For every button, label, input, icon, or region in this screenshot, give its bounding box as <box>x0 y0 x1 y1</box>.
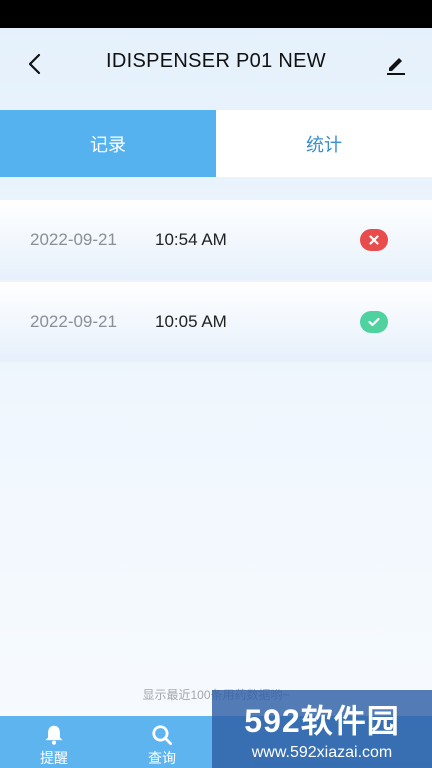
check-icon <box>368 317 380 327</box>
tab-records[interactable]: 记录 <box>0 110 216 177</box>
record-row[interactable]: 2022-09-21 10:05 AM <box>0 282 432 362</box>
tab-bar: 记录 统计 <box>0 110 432 177</box>
pencil-icon <box>387 58 405 75</box>
watermark-logo: 592软件园 www.592xiazai.com <box>212 690 432 768</box>
nav-label: 查询 <box>148 750 176 766</box>
x-icon <box>369 235 379 245</box>
nav-label: 提醒 <box>40 750 68 766</box>
ok-status-icon <box>360 311 388 333</box>
record-date: 2022-09-21 <box>30 230 117 249</box>
watermark-main: 592软件园 <box>244 703 400 739</box>
record-time: 10:05 AM <box>155 312 227 331</box>
record-row[interactable]: 2022-09-21 10:54 AM <box>0 200 432 280</box>
nav-item-reminder[interactable]: 提醒 <box>0 716 108 768</box>
header: IDISPENSER P01 NEW <box>0 28 432 100</box>
search-icon <box>152 725 173 746</box>
edit-button[interactable] <box>380 48 412 80</box>
record-list: 2022-09-21 10:54 AM 2022-09-21 10:05 AM <box>0 200 432 364</box>
page-title: IDISPENSER P01 NEW <box>106 50 326 72</box>
nav-item-search[interactable]: 查询 <box>108 716 216 768</box>
fail-status-icon <box>360 229 388 251</box>
record-date: 2022-09-21 <box>30 312 117 331</box>
record-time: 10:54 AM <box>155 230 227 249</box>
status-bar <box>0 0 432 28</box>
tab-statistics[interactable]: 统计 <box>216 110 432 177</box>
bell-icon <box>45 725 63 745</box>
watermark-url: www.592xiazai.com <box>251 744 393 761</box>
